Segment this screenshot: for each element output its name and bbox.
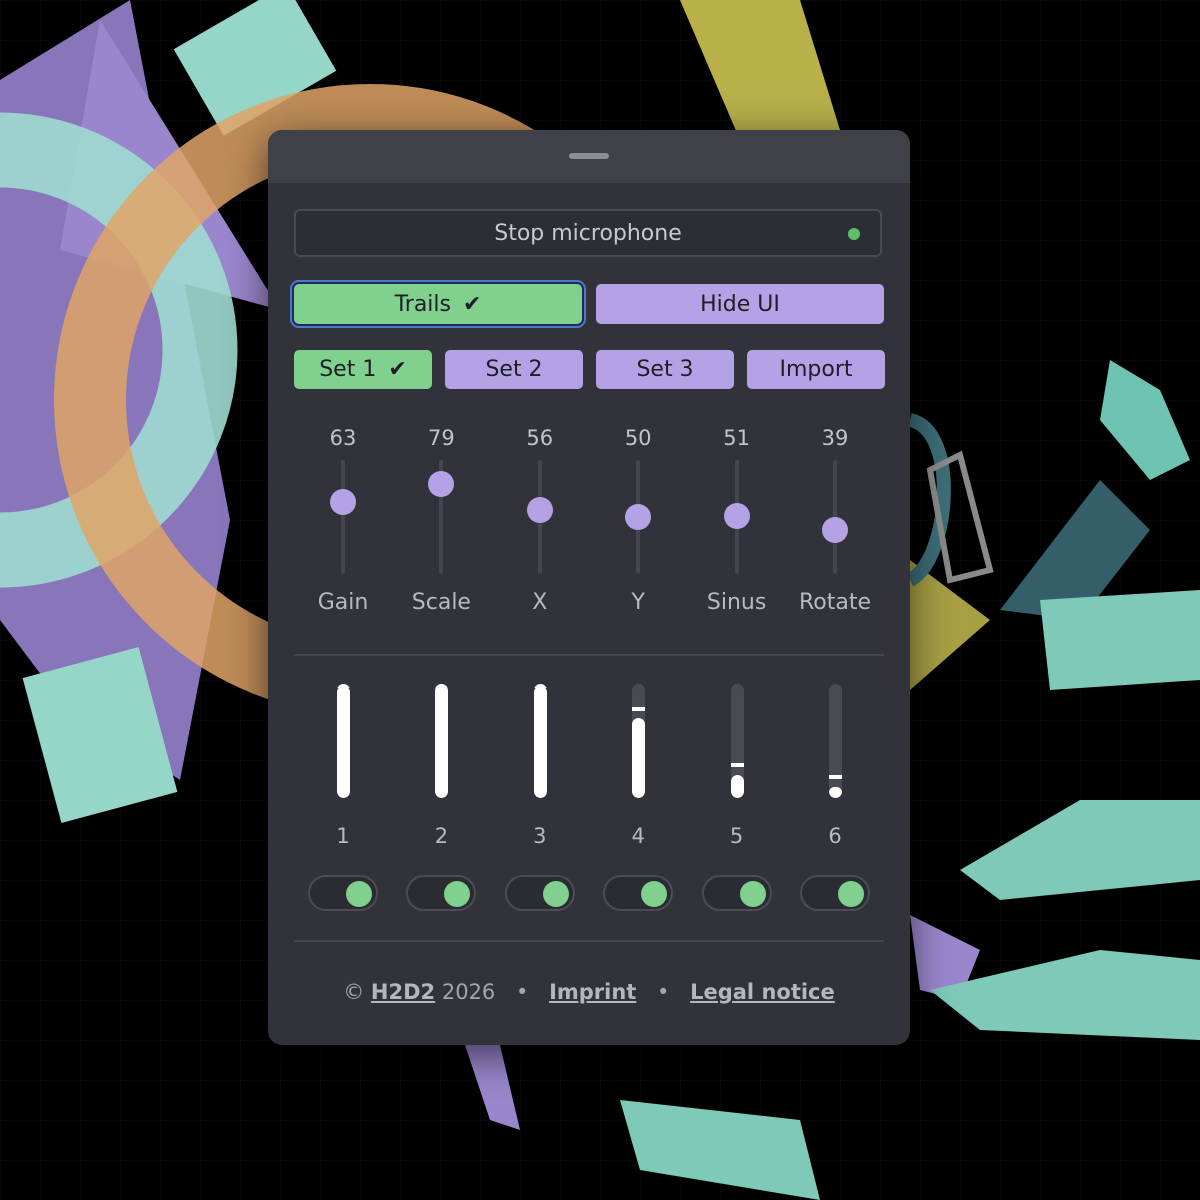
toggle-knob — [444, 881, 471, 907]
slider-label: X — [532, 590, 548, 615]
toggle-knob — [739, 881, 766, 907]
meter-fill — [829, 786, 842, 798]
trails-label: Trails — [394, 291, 451, 317]
set-button-label: Set 3 — [636, 357, 694, 382]
meter-peak — [435, 684, 449, 688]
meter-bar — [435, 684, 449, 798]
set-button-2[interactable]: Set 2 — [445, 350, 583, 389]
channel-toggle-2[interactable] — [406, 875, 477, 911]
meter-peak — [829, 775, 842, 780]
drag-handle-icon[interactable] — [569, 153, 609, 159]
copyright-year: 2026 — [441, 980, 496, 1004]
slider-thumb[interactable] — [625, 504, 652, 530]
channel-label: 3 — [533, 824, 547, 848]
channel-label: 6 — [828, 824, 842, 848]
hide-ui-button[interactable]: Hide UI — [596, 284, 884, 324]
channel-toggle-6[interactable] — [800, 875, 870, 911]
meter-fill — [533, 686, 547, 798]
slider-thumb[interactable] — [330, 489, 356, 516]
checkmark-icon: ✔ — [462, 291, 482, 317]
legal-notice-link[interactable]: Legal notice — [690, 980, 835, 1004]
set-button-1[interactable]: Set 1 ✔ — [294, 350, 432, 389]
toggle-knob — [838, 881, 864, 907]
meter-fill — [337, 686, 350, 798]
toggle-knob — [641, 881, 668, 907]
set-button-label: Set 2 — [485, 357, 543, 382]
checkmark-icon: ✔ — [388, 357, 407, 382]
slider-value: 63 — [329, 426, 357, 450]
channel-label: 5 — [729, 824, 744, 848]
meter-fill — [632, 718, 646, 798]
slider-thumb[interactable] — [428, 470, 455, 497]
set-button-label: Set 1 — [319, 357, 377, 382]
channel-toggle-4[interactable] — [603, 875, 674, 911]
slider-label: Sinus — [706, 590, 767, 615]
slider-thumb[interactable] — [822, 516, 848, 543]
brand-link[interactable]: H2D2 — [371, 980, 435, 1004]
slider-value: 79 — [428, 426, 455, 450]
set-button-4[interactable]: Import — [747, 350, 885, 389]
footer-separator: • — [657, 980, 670, 1004]
slider-label: Gain — [317, 590, 369, 615]
meter-bar — [533, 684, 547, 798]
meter-peak — [337, 684, 350, 688]
meter-bar — [337, 684, 350, 798]
set-button-3[interactable]: Set 3 — [596, 350, 734, 389]
footer: © H2D2 2026 • Imprint • Legal notice — [268, 980, 910, 1004]
slider-thumb[interactable] — [723, 502, 750, 529]
set-button-label: Import — [779, 357, 853, 382]
meter-peak — [632, 706, 646, 711]
meter-peak — [730, 762, 744, 767]
channel-toggle-3[interactable] — [504, 875, 575, 911]
panel-header[interactable] — [268, 130, 910, 183]
imprint-link[interactable]: Imprint — [549, 980, 636, 1004]
status-dot-icon — [848, 228, 860, 240]
meter-bar — [730, 684, 744, 798]
slider-value: 51 — [723, 426, 750, 450]
meter-bar — [829, 684, 842, 798]
slider-value: 50 — [624, 426, 652, 450]
stop-microphone-button[interactable]: Stop microphone — [294, 209, 882, 257]
footer-separator: • — [515, 980, 529, 1004]
slider-thumb[interactable] — [526, 497, 553, 524]
slider-value: 56 — [526, 426, 554, 450]
channel-label: 1 — [336, 824, 350, 848]
meter-peak — [533, 684, 547, 688]
slider-label: Scale — [411, 590, 471, 615]
channel-toggle-1[interactable] — [308, 875, 378, 911]
slider-track[interactable] — [341, 460, 345, 574]
trails-toggle-button[interactable]: Trails ✔ — [294, 284, 582, 324]
meter-bar — [632, 684, 646, 798]
section-divider — [294, 654, 884, 656]
stop-microphone-label: Stop microphone — [494, 220, 682, 246]
slider-label: Rotate — [798, 590, 872, 615]
copyright-symbol: © — [343, 980, 365, 1004]
toggle-knob — [346, 881, 372, 907]
control-panel: Stop microphone Trails ✔ Hide UI Set 1 ✔ S… — [268, 130, 910, 1045]
channel-toggle-5[interactable] — [701, 875, 772, 911]
slider-value: 39 — [821, 426, 849, 450]
slider-label: Y — [631, 590, 645, 615]
section-divider — [294, 940, 884, 942]
meter-fill — [435, 684, 449, 798]
hide-ui-label: Hide UI — [700, 291, 780, 317]
toggle-knob — [542, 881, 569, 907]
channel-label: 4 — [631, 824, 645, 848]
meter-fill — [730, 775, 744, 798]
channel-label: 2 — [434, 824, 449, 848]
